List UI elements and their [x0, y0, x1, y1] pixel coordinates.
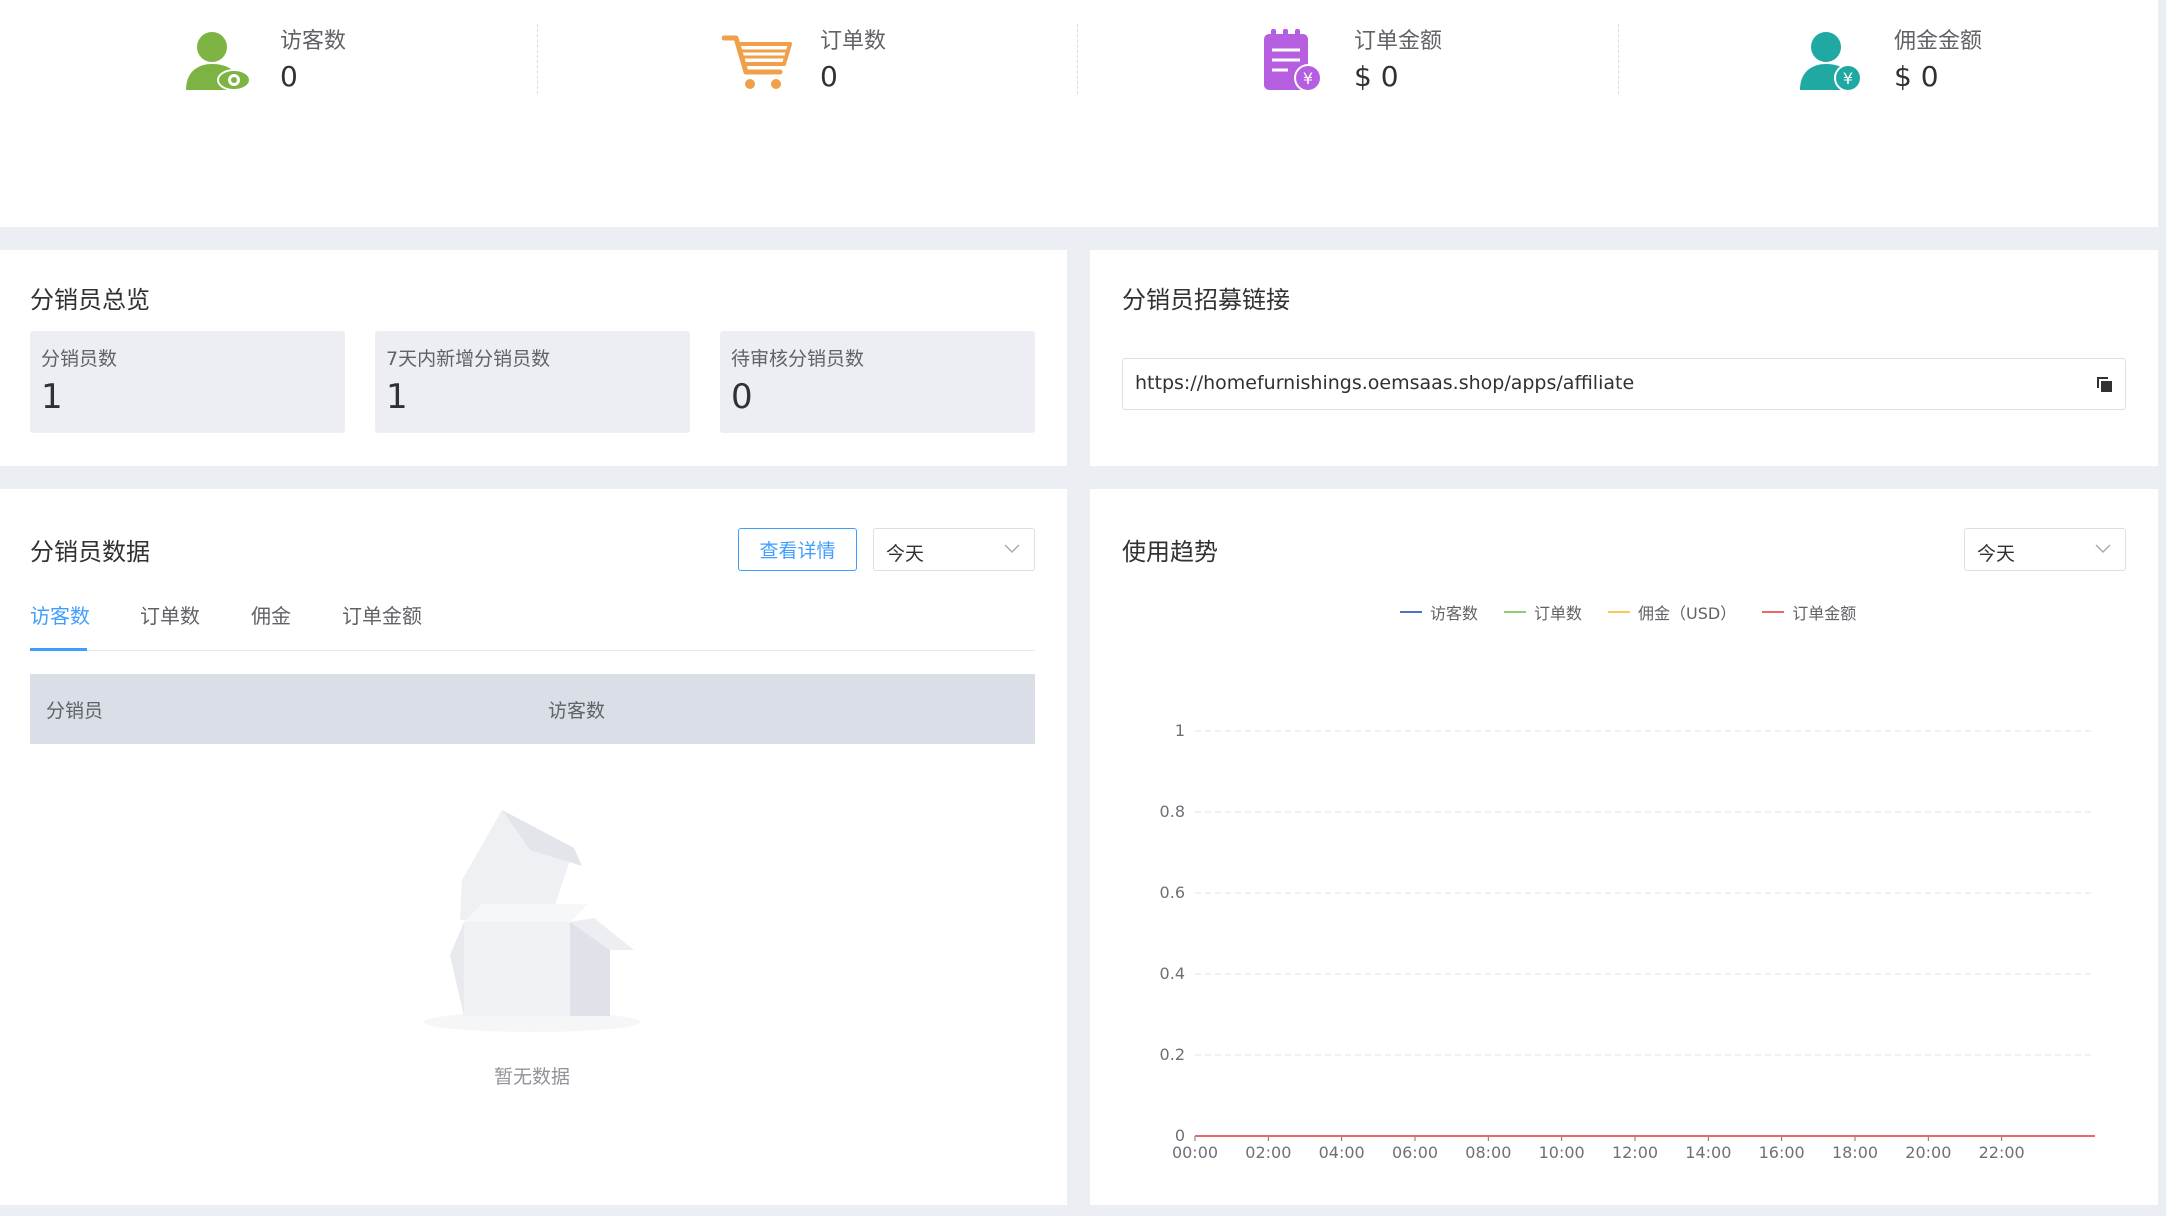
- period-select[interactable]: 今天: [873, 528, 1035, 571]
- order-amount-icon: ¥: [1256, 28, 1328, 96]
- stat-label: 佣金金额: [1894, 29, 1983, 54]
- view-details-button[interactable]: 查看详情: [738, 528, 857, 571]
- overview-box-affiliates: 分销员数 1: [30, 331, 345, 433]
- box-label: 待审核分销员数: [731, 348, 865, 370]
- x-tick-label: 02:00: [1245, 1143, 1291, 1162]
- x-tick-label: 22:00: [1979, 1143, 2025, 1162]
- legend-item[interactable]: 订单金额: [1762, 600, 1856, 624]
- stats-panel: 访客数 0 订单数 0 ¥ 订单金额 $ 0 ¥ 佣金金额 $ 0: [0, 0, 2158, 227]
- box-label: 7天内新增分销员数: [386, 348, 551, 370]
- chevron-down-icon: [2095, 544, 2111, 554]
- trend-period-select[interactable]: 今天: [1964, 528, 2126, 571]
- column-header-visitors[interactable]: 访客数: [548, 696, 605, 723]
- svg-text:¥: ¥: [1303, 69, 1313, 88]
- recruit-title: 分销员招募链接: [1122, 286, 1290, 314]
- tab-orders[interactable]: 订单数: [140, 600, 200, 629]
- tabs-divider: [30, 650, 1035, 651]
- y-tick-label: 0.8: [1160, 802, 1185, 821]
- legend-label: 访客数: [1430, 604, 1479, 623]
- box-label: 分销员数: [41, 348, 118, 370]
- x-tick-label: 04:00: [1319, 1143, 1365, 1162]
- recruit-link-text[interactable]: https://homefurnishings.oemsaas.shop/app…: [1135, 372, 1634, 394]
- affiliate-data-title: 分销员数据: [30, 538, 150, 566]
- x-tick-label: 16:00: [1759, 1143, 1805, 1162]
- cart-icon: [722, 28, 794, 96]
- box-value: 1: [41, 377, 63, 417]
- empty-state-text: 暂无数据: [493, 1066, 570, 1088]
- y-tick-label: 0.2: [1160, 1045, 1185, 1064]
- x-tick-label: 18:00: [1832, 1143, 1878, 1162]
- overview-title: 分销员总览: [30, 286, 150, 314]
- stat-value: 0: [280, 60, 298, 93]
- y-tick-label: 0.6: [1160, 883, 1185, 902]
- y-tick-label: 1: [1175, 721, 1185, 740]
- tab-order-amount[interactable]: 订单金额: [342, 600, 422, 629]
- copy-icon[interactable]: [2095, 375, 2115, 395]
- divider: [537, 24, 538, 94]
- x-tick-label: 08:00: [1465, 1143, 1511, 1162]
- column-header-affiliate[interactable]: 分销员: [46, 696, 103, 723]
- legend-swatch: [1504, 611, 1527, 613]
- overview-box-pending: 待审核分销员数 0: [720, 331, 1035, 433]
- trend-period-select-value: 今天: [1977, 543, 2016, 565]
- legend-label: 佣金（USD）: [1638, 604, 1737, 623]
- legend-swatch: [1608, 611, 1631, 613]
- commission-icon: ¥: [1796, 28, 1868, 96]
- trend-title: 使用趋势: [1122, 538, 1218, 566]
- chevron-down-icon: [1004, 544, 1020, 554]
- active-tab-indicator: [30, 648, 87, 651]
- period-select-value: 今天: [886, 543, 925, 565]
- legend-label: 订单金额: [1792, 604, 1857, 623]
- legend-swatch: [1762, 611, 1785, 613]
- divider: [1618, 24, 1619, 94]
- overview-box-new-affiliates: 7天内新增分销员数 1: [375, 331, 690, 433]
- legend-swatch: [1400, 611, 1422, 613]
- x-tick-label: 20:00: [1905, 1143, 1951, 1162]
- x-tick-label: 14:00: [1685, 1143, 1731, 1162]
- stat-label: 订单数: [820, 29, 887, 54]
- stat-label: 订单金额: [1354, 29, 1443, 54]
- box-value: 1: [386, 377, 408, 417]
- tab-visitors[interactable]: 访客数: [30, 600, 90, 629]
- empty-box-illustration: [424, 810, 640, 1032]
- x-tick-label: 10:00: [1539, 1143, 1585, 1162]
- visitor-icon: [182, 28, 254, 96]
- stat-order-amount: ¥ 订单金额 $ 0: [1256, 24, 1442, 100]
- usage-trend-chart: 00.20.40.60.8100:00 02:00 04:00 06:00 08:00 1…: [1160, 721, 2095, 1162]
- stat-orders: 订单数 0: [722, 24, 886, 100]
- y-tick-label: 0.4: [1160, 964, 1185, 983]
- legend-label: 订单数: [1534, 604, 1583, 623]
- box-value: 0: [731, 377, 753, 417]
- x-tick-label: 12:00: [1612, 1143, 1658, 1162]
- chart-legend: 访客数 订单数 佣金（USD） 订单金额: [1400, 600, 1882, 624]
- table-header: 分销员 访客数: [30, 674, 1035, 744]
- stat-label: 访客数: [280, 29, 347, 54]
- x-tick-label: 06:00: [1392, 1143, 1438, 1162]
- svg-text:¥: ¥: [1843, 69, 1853, 88]
- stat-value: 0: [820, 60, 838, 93]
- stat-value: $ 0: [1894, 60, 1939, 93]
- divider: [1077, 24, 1078, 94]
- recruit-link-field[interactable]: https://homefurnishings.oemsaas.shop/app…: [1122, 358, 2126, 410]
- stat-value: $ 0: [1354, 60, 1399, 93]
- stat-commission: ¥ 佣金金额 $ 0: [1796, 24, 1982, 100]
- legend-item[interactable]: 订单数: [1504, 600, 1582, 624]
- stat-visitors: 访客数 0: [182, 24, 346, 100]
- x-tick-label: 00:00: [1172, 1143, 1218, 1162]
- tab-commission[interactable]: 佣金: [251, 600, 291, 629]
- legend-item[interactable]: 访客数: [1400, 600, 1478, 624]
- legend-item[interactable]: 佣金（USD）: [1608, 600, 1736, 624]
